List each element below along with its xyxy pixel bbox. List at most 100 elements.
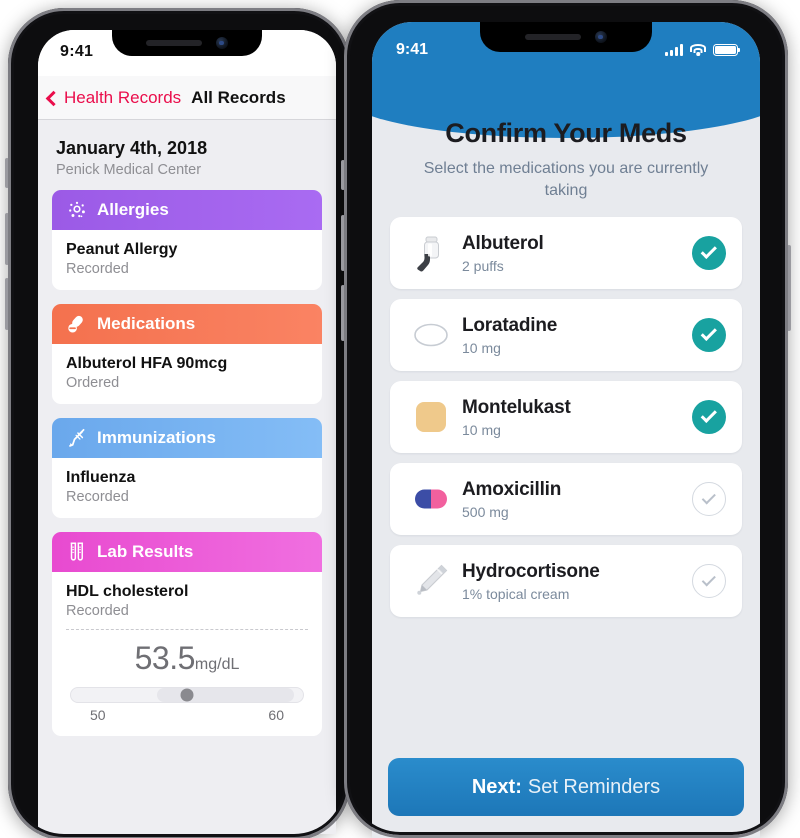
record-group[interactable]: Immunizations Influenza Recorded xyxy=(52,418,322,518)
next-label-strong: Next: xyxy=(471,775,522,798)
record-item-status: Recorded xyxy=(66,489,129,505)
record-item-name: HDL cholesterol xyxy=(66,583,189,600)
record-item[interactable]: Influenza Recorded xyxy=(52,458,322,518)
medication-dose: 500 mg xyxy=(462,503,509,520)
lab-range-ticks: 50 60 xyxy=(66,703,308,723)
capsule-icon xyxy=(404,479,458,519)
front-camera-icon xyxy=(216,37,228,49)
mute-switch[interactable] xyxy=(5,158,9,188)
screenshot-root: 9:41 Health Records All Records January … xyxy=(0,0,800,838)
next-set-reminders-button[interactable]: Next: Set Reminders xyxy=(388,758,744,816)
right-volume-down-button[interactable] xyxy=(341,285,345,341)
right-phone-screen: 9:41 Confirm Your Meds Select the medica… xyxy=(372,22,760,838)
left-phone-screen: 9:41 Health Records All Records January … xyxy=(38,30,336,834)
record-group-title: Medications xyxy=(97,314,196,333)
medication-dose: 10 mg xyxy=(462,421,501,438)
right-phone-notch xyxy=(480,22,652,52)
record-item[interactable]: Albuterol HFA 90mcg Ordered xyxy=(52,344,322,404)
lab-range-fill xyxy=(156,688,294,702)
record-item[interactable]: HDL cholesterol Recorded 53.5mg/dL 50 60 xyxy=(52,572,322,736)
medication-checkbox-checked[interactable] xyxy=(692,318,726,353)
medication-card[interactable]: Montelukast 10 mg xyxy=(390,381,742,454)
right-front-camera-icon xyxy=(595,31,607,43)
medication-dose: 1% topical cream xyxy=(462,585,570,602)
lab-range-max: 60 xyxy=(268,707,284,723)
oval-pill-icon xyxy=(404,315,458,355)
square-tablet-icon xyxy=(404,397,458,437)
right-status-icons xyxy=(665,44,741,56)
record-item-name: Influenza xyxy=(66,469,136,486)
medication-text: Hydrocortisone 1% topical cream xyxy=(458,561,692,602)
record-item[interactable]: Peanut Allergy Recorded xyxy=(52,230,322,290)
left-phone-notch xyxy=(112,30,262,56)
battery-full-icon xyxy=(713,44,741,56)
check-icon xyxy=(700,242,717,260)
medication-card[interactable]: Hydrocortisone 1% topical cream xyxy=(390,545,742,618)
lab-range-min: 50 xyxy=(90,707,106,723)
medication-checkbox-unchecked[interactable] xyxy=(692,482,726,517)
lab-value-number: 53.5 xyxy=(134,640,196,676)
allergen-pollen-icon xyxy=(66,199,88,221)
confirm-meds-title: Confirm Your Meds xyxy=(445,118,687,148)
confirm-meds-content: Confirm Your Meds Select the medications… xyxy=(372,22,760,618)
left-records-scroll-area[interactable]: January 4th, 2018 Penick Medical Center … xyxy=(38,120,336,834)
record-date-header: January 4th, 2018 Penick Medical Center xyxy=(38,120,336,190)
record-group-title: Allergies xyxy=(97,200,169,219)
right-earpiece-speaker-icon xyxy=(525,34,581,40)
medication-text: Montelukast 10 mg xyxy=(458,397,692,438)
medication-text: Albuterol 2 puffs xyxy=(458,233,692,274)
record-group-title: Lab Results xyxy=(97,542,194,561)
right-phone-device: 9:41 Confirm Your Meds Select the medica… xyxy=(341,0,791,838)
record-item-status: Ordered xyxy=(66,375,120,391)
earpiece-speaker-icon xyxy=(146,40,202,46)
cellular-bars-icon xyxy=(665,44,683,56)
record-divider xyxy=(66,629,308,630)
record-item-status: Recorded xyxy=(66,261,129,277)
back-to-health-records-button[interactable]: Health Records xyxy=(45,87,182,108)
record-item-name: Peanut Allergy xyxy=(66,241,178,258)
record-date: January 4th, 2018 xyxy=(56,138,208,158)
lab-measurement: 53.5mg/dL xyxy=(66,640,308,677)
record-facility: Penick Medical Center xyxy=(56,162,202,178)
right-footer: Next: Set Reminders xyxy=(372,758,760,838)
record-group-header[interactable]: Allergies xyxy=(52,190,322,230)
chevron-left-icon xyxy=(45,90,62,106)
record-group-header[interactable]: Lab Results xyxy=(52,532,322,572)
medication-name: Montelukast xyxy=(462,396,571,418)
check-icon xyxy=(700,324,717,342)
confirm-meds-subtitle: Select the medications you are currently… xyxy=(423,160,709,199)
right-power-button[interactable] xyxy=(787,245,791,331)
lab-range-slider xyxy=(70,687,304,703)
medication-checkbox-checked[interactable] xyxy=(692,236,726,271)
left-page-title: All Records xyxy=(191,87,286,107)
medication-name: Hydrocortisone xyxy=(462,560,600,582)
medications-list: Albuterol 2 puffs Loratadine 10 mg Montelu… xyxy=(372,217,760,618)
record-group-header[interactable]: Medications xyxy=(52,304,322,344)
medication-text: Loratadine 10 mg xyxy=(458,315,692,356)
volume-down-button[interactable] xyxy=(5,278,9,330)
record-group-header[interactable]: Immunizations xyxy=(52,418,322,458)
lab-range-marker xyxy=(180,688,194,702)
record-group-title: Immunizations xyxy=(97,428,217,447)
right-mute-switch[interactable] xyxy=(341,160,345,190)
test-tubes-icon xyxy=(66,541,88,563)
medication-dose: 2 puffs xyxy=(462,257,504,274)
medication-checkbox-checked[interactable] xyxy=(692,400,726,435)
right-volume-up-button[interactable] xyxy=(341,215,345,271)
medication-checkbox-unchecked[interactable] xyxy=(692,564,726,599)
syringe-icon xyxy=(66,427,88,449)
check-icon xyxy=(700,406,717,424)
medication-card[interactable]: Loratadine 10 mg xyxy=(390,299,742,372)
pills-icon xyxy=(66,313,88,335)
back-button-label: Health Records xyxy=(64,87,182,107)
record-group[interactable]: Lab Results HDL cholesterol Recorded 53.5mg… xyxy=(52,532,322,736)
medication-name: Loratadine xyxy=(462,314,558,336)
medication-card[interactable]: Amoxicillin 500 mg xyxy=(390,463,742,536)
medication-name: Amoxicillin xyxy=(462,478,562,500)
record-group[interactable]: Allergies Peanut Allergy Recorded xyxy=(52,190,322,290)
record-group[interactable]: Medications Albuterol HFA 90mcg Ordered xyxy=(52,304,322,404)
left-nav-bar: Health Records All Records xyxy=(38,76,336,120)
medication-card[interactable]: Albuterol 2 puffs xyxy=(390,217,742,290)
volume-up-button[interactable] xyxy=(5,213,9,265)
record-item-name: Albuterol HFA 90mcg xyxy=(66,355,228,372)
